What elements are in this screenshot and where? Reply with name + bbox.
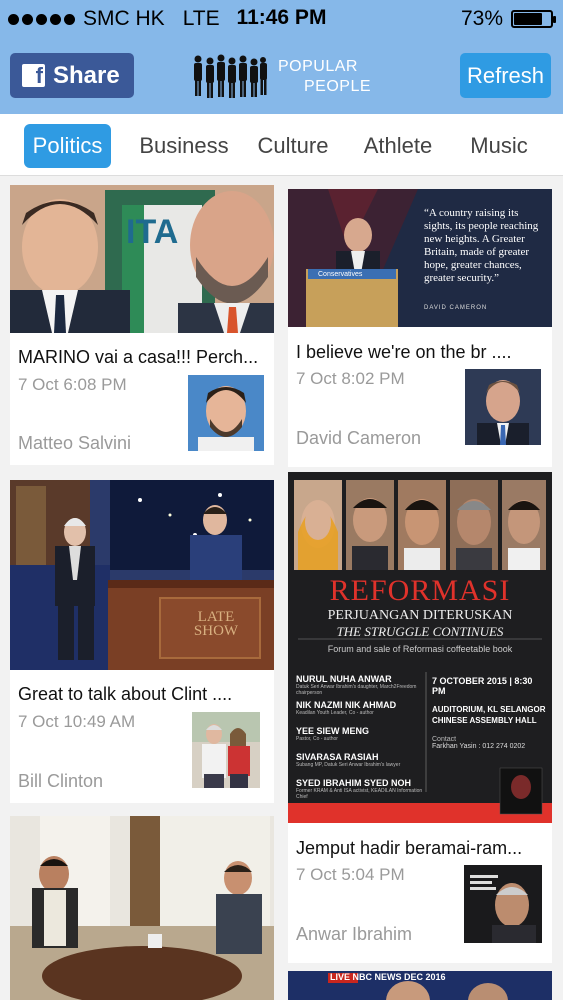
post-title: I believe we're on the br .... xyxy=(296,342,512,362)
poster-subheading: PERJUANGAN DITERUSKAN xyxy=(327,608,513,623)
post-title: MARINO vai a casa!!! Perch... xyxy=(18,347,259,367)
logo-line-1: POPULAR xyxy=(278,58,358,75)
tab-business[interactable]: Business xyxy=(130,124,238,168)
tab-culture[interactable]: Culture xyxy=(250,124,336,168)
desk-logo-text: LATE SHOW xyxy=(193,609,239,639)
share-label: Share xyxy=(53,61,120,89)
share-button[interactable]: f Share xyxy=(10,53,134,98)
poster-event-details: 7 OCTOBER 2015 | 8:30 PM AUDITORIUM, KL … xyxy=(432,676,546,750)
post-card[interactable]: REFORMASI PERJUANGAN DITERUSKAN THE STRU… xyxy=(288,472,552,963)
author-avatar xyxy=(465,369,541,445)
tab-music[interactable]: Music xyxy=(460,124,538,168)
news-banner-text: LIVE NBC NEWS DEC 2016 xyxy=(330,972,446,982)
speaker-desc: Subang MP, Datuk Seri Anwar Ibrahim's la… xyxy=(296,762,401,768)
author-avatar xyxy=(188,375,264,451)
post-image xyxy=(10,816,274,1000)
post-time: 7 Oct 10:49 AM xyxy=(18,712,136,731)
category-tabs: Politics Business Culture Athlete Music xyxy=(0,114,563,176)
speaker-desc: Keadilan Youth Leader, Co - author xyxy=(296,710,374,716)
post-feed: ITA MARINO vai a casa!!! Perch... 7 Oct … xyxy=(0,176,563,1000)
post-time: 7 Oct 5:04 PM xyxy=(296,865,405,884)
poster-tagline: Forum and sale of Reformasi coffeetable … xyxy=(327,644,513,654)
post-image: LATE SHOW xyxy=(10,480,274,670)
app-header: f Share POPULAR PEOPLE Refresh xyxy=(0,38,563,114)
battery-percent: 73% xyxy=(460,7,503,30)
refresh-button[interactable]: Refresh xyxy=(460,53,551,98)
post-image: ITA xyxy=(10,185,274,333)
speaker-name: SYED IBRAHIM SYED NOH xyxy=(296,778,412,788)
post-author: David Cameron xyxy=(296,428,422,448)
poster-speakers: NURUL NUHA ANWAR Datuk Seri Anwar Ibrahim… xyxy=(296,674,424,804)
contact-label: Contact xyxy=(432,736,457,743)
poster-subheading-en: THE STRUGGLE CONTINUES xyxy=(336,624,504,639)
post-image: Conservatives “A country raising its sig… xyxy=(288,189,552,327)
quote-text: “A country raising its sights, its peopl… xyxy=(424,207,539,284)
speaker-desc: Datuk Seri Anwar Ibrahim's daughter, Mar… xyxy=(296,684,417,696)
contact-info: Farkhan Yasin : 012 274 0202 xyxy=(432,743,526,750)
post-card[interactable]: ITA MARINO vai a casa!!! Perch... 7 Oct … xyxy=(10,185,274,465)
author-avatar xyxy=(192,712,260,788)
post-card[interactable]: Conservatives “A country raising its sig… xyxy=(288,189,552,467)
status-bar: SMC HK LTE 11:46 PM 73% xyxy=(0,0,563,38)
speaker-name: SIVARASA RASIAH xyxy=(296,752,379,762)
post-author: Bill Clinton xyxy=(18,771,104,791)
post-image: LIVE NBC NEWS DEC 2016 xyxy=(288,971,552,1000)
event-venue: AUDITORIUM, KL SELANGOR CHINESE ASSEMBLY… xyxy=(432,705,546,725)
battery-fill xyxy=(514,13,542,25)
post-time: 7 Oct 8:02 PM xyxy=(296,369,405,388)
post-card[interactable]: LIVE NBC NEWS DEC 2016 xyxy=(288,971,552,1000)
logo-line-2: PEOPLE xyxy=(304,78,372,95)
speaker-desc: Former KRAM & Anti ISA activist, KEADILA… xyxy=(296,788,423,800)
battery-icon xyxy=(511,10,556,28)
podium-label: Conservatives xyxy=(318,271,363,278)
post-card[interactable]: LATE SHOW Great to talk about Clint ....… xyxy=(10,480,274,803)
facebook-icon: f xyxy=(22,64,45,87)
post-card[interactable] xyxy=(10,816,274,1000)
post-title: Jemput hadir beramai-ram... xyxy=(296,838,523,858)
post-title: Great to talk about Clint .... xyxy=(18,684,233,704)
tab-politics[interactable]: Politics xyxy=(24,124,111,168)
post-author: Anwar Ibrahim xyxy=(296,924,413,944)
event-date: 7 OCTOBER 2015 | 8:30 PM xyxy=(432,676,533,696)
poster-heading: REFORMASI xyxy=(329,574,511,607)
post-author: Matteo Salvini xyxy=(18,433,132,453)
tab-athlete[interactable]: Athlete xyxy=(352,124,444,168)
logo-text: POPULAR PEOPLE xyxy=(278,57,371,97)
speaker-name: NIK NAZMI NIK AHMAD xyxy=(296,700,397,710)
quote-caption: DAVID CAMERON xyxy=(424,305,488,311)
speaker-desc: Pastor, Co - author xyxy=(296,736,338,742)
svg-text:ITA: ITA xyxy=(126,213,178,251)
people-silhouettes-icon xyxy=(194,54,267,98)
post-time: 7 Oct 6:08 PM xyxy=(18,375,127,394)
author-avatar xyxy=(464,865,542,943)
speaker-name: NURUL NUHA ANWAR xyxy=(296,674,392,684)
post-image: REFORMASI PERJUANGAN DITERUSKAN THE STRU… xyxy=(288,472,552,823)
speaker-name: YEE SIEW MENG xyxy=(296,726,370,736)
app-logo: POPULAR PEOPLE xyxy=(190,48,371,108)
